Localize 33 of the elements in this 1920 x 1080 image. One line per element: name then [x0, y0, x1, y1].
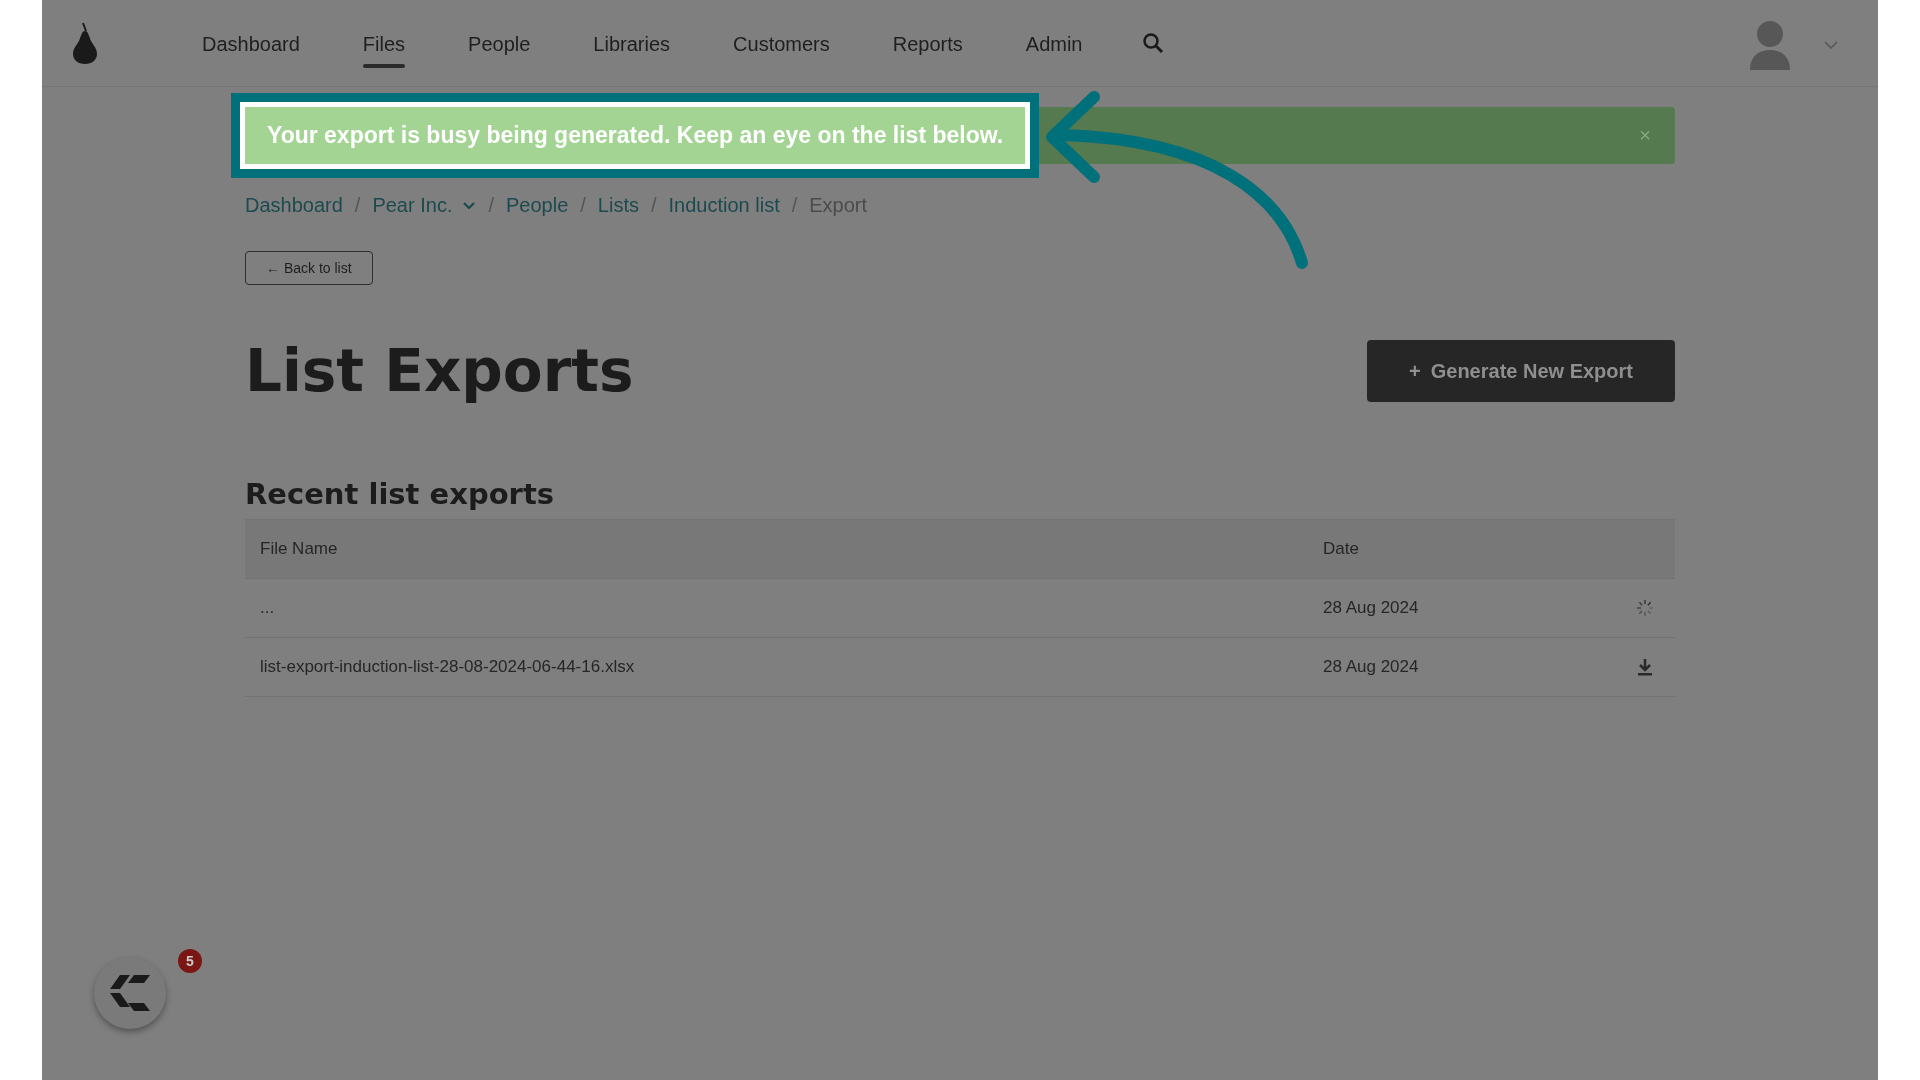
breadcrumb-link[interactable]: People	[506, 194, 569, 217]
breadcrumb-separator: /	[580, 194, 586, 217]
column-header: Date	[1322, 539, 1360, 559]
breadcrumb-separator: /	[791, 194, 798, 217]
spinner-icon	[1636, 599, 1654, 617]
nav-tab[interactable]: Files	[358, 18, 410, 68]
table-cell-text: list-export-induction-list-28-08-2024-06-44-16.xlsx	[259, 657, 636, 677]
breadcrumb-link[interactable]: Induction list	[668, 194, 780, 217]
nav-tab[interactable]: Dashboard	[198, 18, 304, 68]
page-title: List Exports	[245, 337, 634, 405]
notification-badge: 5	[178, 949, 202, 973]
breadcrumb-dropdown[interactable]: Pear Inc.	[372, 194, 477, 217]
table-cell-text: ...	[259, 598, 276, 618]
search-icon[interactable]	[1141, 32, 1164, 54]
breadcrumb-separator: /	[488, 194, 494, 217]
chat-widget-button[interactable]	[94, 957, 166, 1029]
nav-tab[interactable]: Admin	[1021, 18, 1087, 68]
nav-tab[interactable]: People	[464, 18, 535, 68]
breadcrumb-link[interactable]: Lists	[597, 194, 639, 217]
download-icon[interactable]	[1637, 658, 1653, 676]
table-cell-text: 28 Aug 2024	[1322, 657, 1420, 677]
section-title: Recent list exports	[245, 477, 556, 511]
back-button[interactable]: ← Back to list	[245, 251, 373, 285]
nav-tab[interactable]: Libraries	[589, 18, 675, 68]
column-header: File Name	[259, 539, 339, 559]
breadcrumb-separator: /	[354, 194, 361, 217]
chevron-icon[interactable]	[462, 200, 477, 211]
nav-tab[interactable]: Customers	[729, 18, 834, 68]
table-cell-text: 28 Aug 2024	[1322, 598, 1420, 618]
breadcrumb-separator: /	[651, 194, 657, 217]
breadcrumb-link[interactable]: Dashboard	[245, 194, 343, 217]
nav-tab[interactable]: Reports	[888, 18, 967, 68]
generate-export-button[interactable]: + Generate New Export	[1367, 340, 1675, 402]
